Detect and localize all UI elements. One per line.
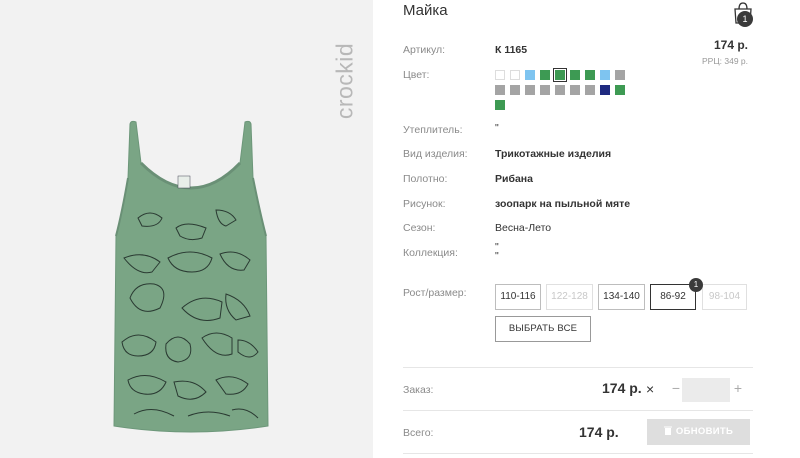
size-label: Рост/размер: (403, 287, 467, 299)
color-swatch[interactable] (495, 70, 505, 80)
fabric-label: Полотно: (403, 173, 448, 185)
plus-button[interactable]: + (731, 380, 745, 396)
color-swatch[interactable] (510, 85, 520, 95)
color-swatch[interactable] (600, 85, 610, 95)
season-label: Сезон: (403, 222, 436, 234)
total-label: Всего: (403, 427, 434, 439)
size-count-badge: 1 (689, 278, 703, 292)
divider (403, 453, 753, 454)
divider (403, 410, 753, 411)
color-swatch[interactable] (615, 85, 625, 95)
product-photo (113, 120, 269, 433)
color-swatch[interactable] (495, 100, 505, 110)
size-134-140[interactable]: 134-140 (598, 284, 645, 310)
color-swatch[interactable] (540, 70, 550, 80)
close-icon[interactable]: × (646, 381, 654, 397)
color-swatch[interactable] (585, 85, 595, 95)
pattern-value: зоопарк на пыльной мяте (495, 198, 631, 210)
article-label: Артикул: (403, 44, 446, 56)
order-price: 174 р. (602, 380, 642, 396)
collection-label: Коллекция: (403, 247, 458, 259)
color-swatch[interactable] (570, 85, 580, 95)
order-label: Заказ: (403, 384, 434, 396)
update-button-label: ОБНОВИТЬ (675, 426, 734, 437)
product-image-panel: crockid (0, 0, 373, 458)
cart-count-badge: 1 (737, 11, 753, 27)
select-all-button[interactable]: ВЫБРАТЬ ВСЕ (495, 316, 591, 342)
rrp-price: РРЦ: 349 р. (702, 56, 748, 66)
color-swatch[interactable] (555, 85, 565, 95)
color-swatch[interactable] (600, 70, 610, 80)
total-price: 174 р. (579, 424, 619, 440)
minus-button[interactable]: − (669, 380, 683, 396)
divider (403, 367, 753, 368)
update-button[interactable]: ОБНОВИТЬ (647, 419, 750, 445)
color-swatch[interactable] (615, 70, 625, 80)
pattern-label: Рисунок: (403, 198, 446, 210)
color-swatch[interactable] (570, 70, 580, 80)
color-swatch[interactable] (540, 85, 550, 95)
color-label: Цвет: (403, 69, 430, 81)
brand-logo: crockid (330, 16, 360, 146)
trash-icon (663, 426, 672, 435)
type-label: Вид изделия: (403, 148, 468, 160)
collection-value: " " (495, 241, 499, 262)
insulation-label: Утеплитель: (403, 124, 463, 136)
product-price: 174 р. (713, 38, 748, 52)
fabric-value: Рибана (495, 173, 533, 185)
article-value: К 1165 (495, 44, 528, 56)
product-title: Майка (403, 2, 448, 19)
color-swatch[interactable] (553, 68, 567, 82)
quantity-input[interactable] (682, 378, 730, 402)
insulation-value: " (495, 122, 499, 134)
brand-logo-text: crockid (331, 42, 358, 120)
color-swatch[interactable] (495, 85, 505, 95)
type-value: Трикотажные изделия (495, 148, 612, 160)
color-swatch[interactable] (525, 85, 535, 95)
size-122-128[interactable]: 122-128 (546, 284, 593, 310)
season-value: Весна-Лето (495, 222, 552, 234)
size-110-116[interactable]: 110-116 (495, 284, 541, 310)
color-swatch[interactable] (510, 70, 520, 80)
color-swatch[interactable] (525, 70, 535, 80)
size-98-104[interactable]: 98-104 (702, 284, 747, 310)
color-swatch[interactable] (585, 70, 595, 80)
product-info: Майка Артикул: К 1165 174 р. РРЦ: 349 р.… (403, 0, 753, 458)
